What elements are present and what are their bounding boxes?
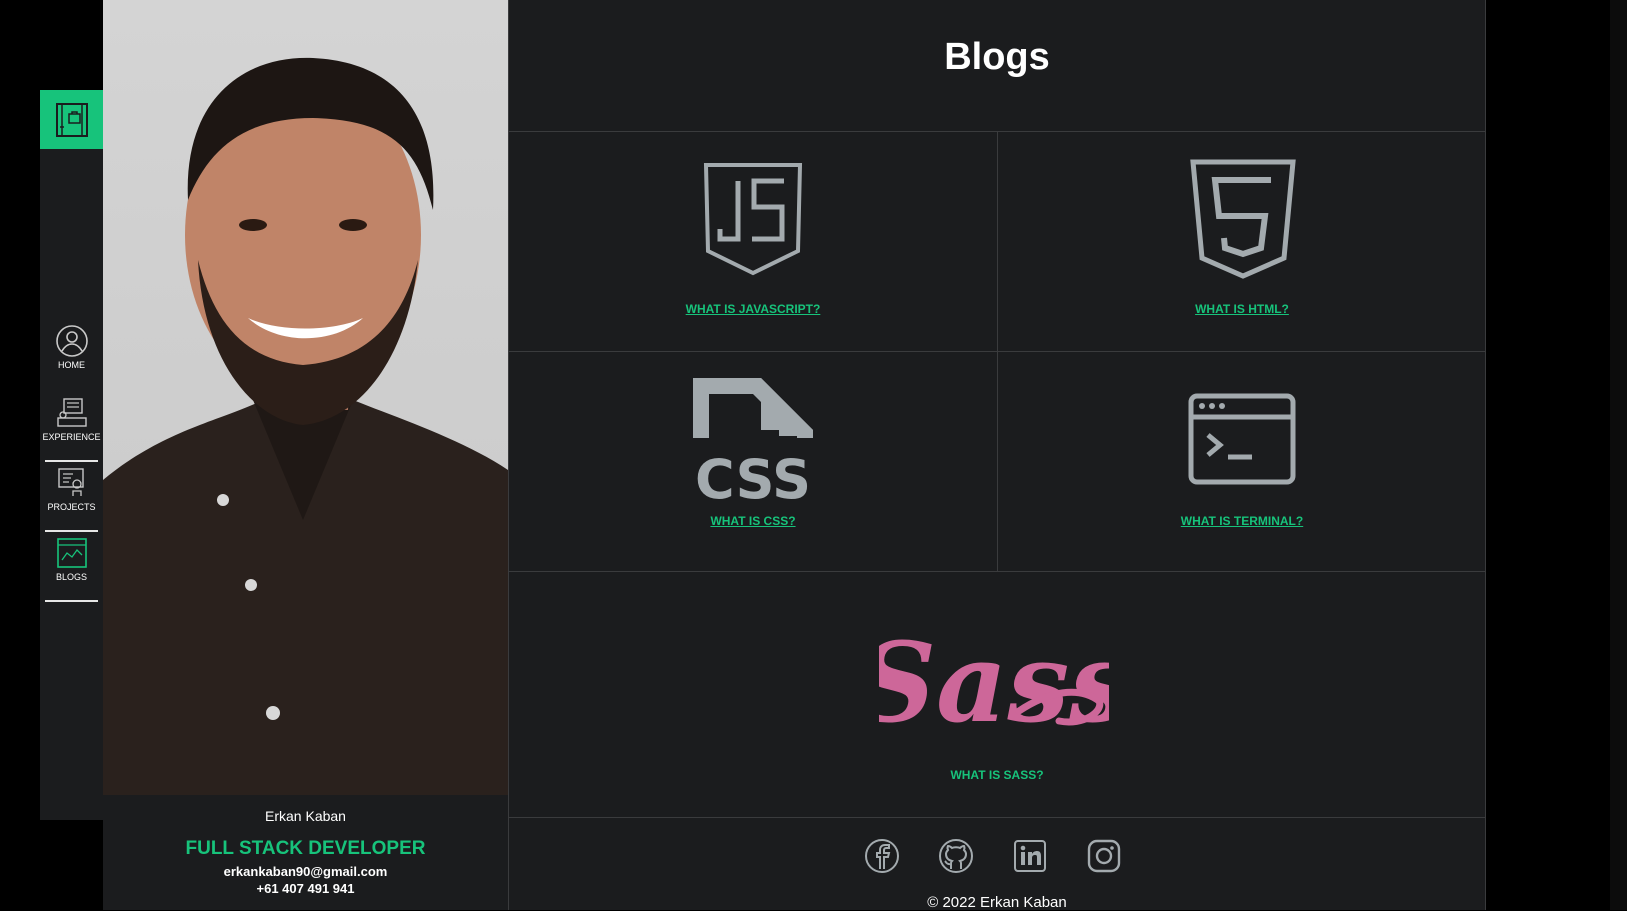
sidebar: HOME EXPERIENCE PROJECTS BLOGS	[40, 90, 103, 820]
blog-card-html[interactable]: WHAT IS HTML?	[998, 131, 1486, 351]
blog-card-javascript[interactable]: WHAT IS JAVASCRIPT?	[509, 131, 997, 351]
social-links	[864, 838, 1122, 879]
html5-icon	[1190, 159, 1296, 279]
sidebar-item-home[interactable]: HOME	[40, 320, 103, 390]
sidebar-item-label: PROJECTS	[47, 502, 96, 512]
linkedin-icon[interactable]	[1012, 838, 1048, 879]
user-circle-icon	[55, 325, 88, 357]
sidebar-item-label: BLOGS	[55, 572, 87, 582]
svg-text:CSS: CSS	[695, 448, 811, 500]
profile-email[interactable]: erkankaban90@gmail.com	[103, 864, 508, 879]
blog-link-javascript[interactable]: WHAT IS JAVASCRIPT?	[509, 302, 997, 316]
profile-card: Erkan Kaban FULL STACK DEVELOPER erkanka…	[103, 795, 508, 910]
copyright-text: © 2022 Erkan Kaban	[927, 894, 1067, 911]
projects-icon	[57, 468, 84, 496]
portfolio-logo-icon	[55, 102, 88, 137]
page-scrollbar[interactable]	[1610, 0, 1627, 910]
brand-logo[interactable]	[40, 90, 103, 149]
experience-icon	[56, 398, 87, 427]
profile-role: FULL STACK DEVELOPER	[185, 838, 426, 859]
sass-logo-text: Sass	[879, 618, 1109, 747]
divider	[509, 817, 1485, 818]
main-content: Blogs WHAT IS JAVASCRIPT? WHAT IS HTML? …	[508, 0, 1486, 911]
terminal-icon	[1188, 393, 1296, 485]
css-file-icon: CSS	[693, 378, 813, 500]
portrait-illustration	[103, 57, 508, 795]
instagram-icon[interactable]	[1086, 838, 1122, 879]
sidebar-item-projects[interactable]: PROJECTS	[40, 462, 103, 532]
blog-link-sass[interactable]: WHAT IS SASS?	[509, 768, 1485, 782]
blog-link-terminal[interactable]: WHAT IS TERMINAL?	[998, 514, 1486, 528]
sass-logo-icon: Sass	[879, 618, 1109, 747]
blog-link-html[interactable]: WHAT IS HTML?	[998, 302, 1486, 316]
blog-card-terminal[interactable]: WHAT IS TERMINAL?	[998, 351, 1486, 571]
facebook-icon[interactable]	[864, 838, 900, 879]
github-icon[interactable]	[938, 838, 974, 879]
sidebar-item-label: EXPERIENCE	[42, 432, 101, 442]
profile-phone[interactable]: +61 407 491 941	[103, 881, 508, 896]
profile-name: Erkan Kaban	[265, 808, 346, 824]
sidebar-item-label: HOME	[58, 360, 85, 370]
blogs-icon	[56, 538, 87, 568]
blog-card-css[interactable]: CSS WHAT IS CSS?	[509, 351, 997, 571]
page-title: Blogs	[944, 36, 1050, 78]
sidebar-item-blogs[interactable]: BLOGS	[40, 532, 103, 602]
javascript-icon	[703, 163, 803, 276]
sidebar-item-experience[interactable]: EXPERIENCE	[40, 392, 103, 462]
profile-photo	[103, 0, 508, 795]
blog-link-css[interactable]: WHAT IS CSS?	[509, 514, 997, 528]
nav-divider	[45, 600, 98, 602]
